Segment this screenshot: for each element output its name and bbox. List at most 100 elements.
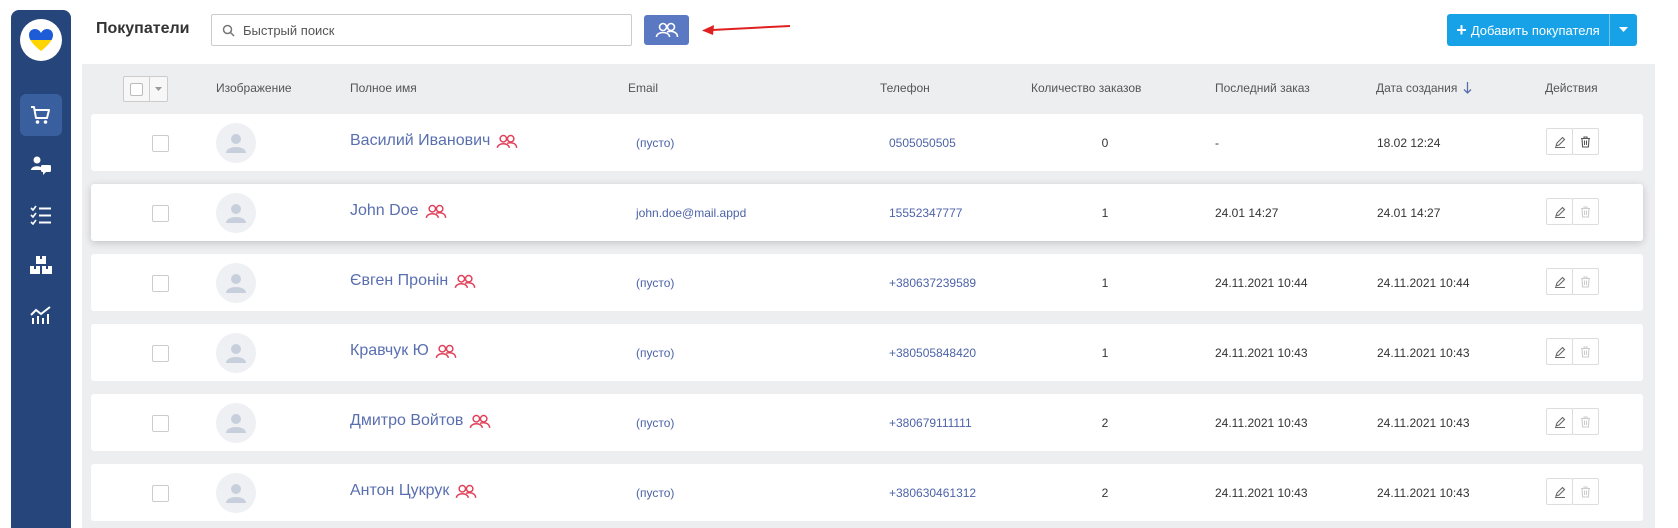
nav-products[interactable] — [20, 244, 62, 286]
row-checkbox[interactable] — [152, 205, 169, 222]
add-customer-button[interactable]: + Добавить покупателя — [1447, 14, 1637, 46]
select-all-box[interactable] — [130, 82, 143, 96]
table-row[interactable]: Антон Цукрук (пусто) +380630461312 2 24.11.2… — [91, 464, 1643, 521]
col-email[interactable]: Email — [628, 81, 658, 95]
heart-icon — [29, 29, 53, 51]
delete-button[interactable] — [1572, 198, 1599, 225]
email-cell[interactable]: (пусто) — [636, 276, 674, 290]
col-last-order[interactable]: Последний заказ — [1215, 81, 1310, 95]
phone-cell[interactable]: +380637239589 — [889, 276, 976, 290]
table-row[interactable]: Кравчук Ю (пусто) +380505848420 1 24.11.2021… — [91, 324, 1643, 381]
col-image: Изображение — [216, 81, 292, 95]
table-row[interactable]: Дмитро Войтов (пусто) +380679111111 2 24.11.… — [91, 394, 1643, 451]
row-checkbox[interactable] — [152, 485, 169, 502]
customers-chat-icon — [31, 156, 51, 175]
user-placeholder-icon — [226, 344, 246, 363]
phone-cell[interactable]: +380630461312 — [889, 486, 976, 500]
last-order-cell: 24.11.2021 10:43 — [1215, 416, 1308, 430]
customer-name-link[interactable]: Дмитро Войтов — [350, 412, 491, 430]
edit-pencil-icon — [1554, 486, 1565, 498]
orders-count-cell: 1 — [1101, 346, 1109, 360]
customer-name: Антон Цукрук — [350, 482, 450, 499]
edit-button[interactable] — [1546, 268, 1573, 295]
edit-pencil-icon — [1554, 136, 1565, 148]
select-all-checkbox[interactable] — [123, 76, 168, 102]
avatar — [216, 403, 256, 443]
last-order-cell: 24.11.2021 10:43 — [1215, 486, 1308, 500]
nav-analytics[interactable] — [20, 294, 62, 336]
nav-customers[interactable] — [20, 144, 62, 186]
email-cell[interactable]: (пусто) — [636, 136, 674, 150]
customer-name-link[interactable]: Євген Пронін — [350, 272, 476, 290]
ukraine-heart-logo[interactable] — [20, 19, 62, 61]
nav-tasks[interactable] — [20, 194, 62, 236]
orders-count-cell: 0 — [1101, 136, 1109, 150]
customer-name: Василий Иванович — [350, 132, 491, 149]
customer-group-icon — [456, 484, 477, 498]
created-date-cell: 24.11.2021 10:43 — [1377, 416, 1470, 430]
row-checkbox[interactable] — [152, 135, 169, 152]
trash-icon — [1581, 135, 1590, 148]
search-input[interactable] — [243, 22, 623, 38]
table-row[interactable]: John Doe john.doe@mail.appd 15552347777 1 24… — [91, 184, 1643, 241]
orders-count-cell: 1 — [1101, 206, 1109, 220]
customer-groups-button[interactable] — [644, 15, 689, 45]
table-row[interactable]: Євген Пронін (пусто) +380637239589 1 24.11.2… — [91, 254, 1643, 311]
customer-name-link[interactable]: Антон Цукрук — [350, 482, 477, 500]
phone-cell[interactable]: +380679111111 — [889, 416, 972, 430]
col-created[interactable]: Дата создания — [1376, 81, 1472, 95]
customer-name: Євген Пронін — [350, 272, 449, 289]
row-checkbox[interactable] — [152, 275, 169, 292]
phone-cell[interactable]: +380505848420 — [889, 346, 976, 360]
email-cell[interactable]: john.doe@mail.appd — [636, 206, 746, 220]
last-order-cell: - — [1215, 136, 1219, 150]
delete-button[interactable] — [1572, 268, 1599, 295]
row-checkbox[interactable] — [152, 345, 169, 362]
shopping-cart-icon — [31, 106, 50, 124]
quick-search[interactable] — [211, 14, 632, 46]
user-placeholder-icon — [226, 414, 246, 433]
nav-orders[interactable] — [20, 94, 62, 136]
email-cell[interactable]: (пусто) — [636, 486, 674, 500]
phone-cell[interactable]: 0505050505 — [889, 136, 956, 150]
col-full-name[interactable]: Полное имя — [350, 81, 417, 95]
select-dropdown[interactable] — [150, 77, 167, 101]
trash-icon — [1581, 415, 1590, 428]
row-checkbox[interactable] — [152, 415, 169, 432]
delete-button[interactable] — [1572, 478, 1599, 505]
caret-down-icon — [1619, 27, 1628, 32]
col-phone[interactable]: Телефон — [880, 81, 930, 95]
customer-group-icon — [425, 204, 446, 218]
last-order-cell: 24.11.2021 10:43 — [1215, 346, 1308, 360]
edit-pencil-icon — [1554, 416, 1565, 428]
customer-name: Дмитро Войтов — [350, 412, 464, 429]
email-cell[interactable]: (пусто) — [636, 416, 674, 430]
orders-count-cell: 2 — [1101, 486, 1109, 500]
email-cell[interactable]: (пусто) — [636, 346, 674, 360]
edit-button[interactable] — [1546, 338, 1573, 365]
delete-button[interactable] — [1572, 408, 1599, 435]
edit-button[interactable] — [1546, 128, 1573, 155]
customer-name-link[interactable]: Василий Иванович — [350, 132, 518, 150]
avatar — [216, 193, 256, 233]
customer-name-link[interactable]: Кравчук Ю — [350, 342, 457, 360]
edit-button[interactable] — [1546, 408, 1573, 435]
table-row[interactable]: Василий Иванович (пусто) 0505050505 0 - 18.02… — [91, 114, 1643, 171]
customer-name: John Doe — [350, 202, 419, 219]
add-customer-main[interactable]: + Добавить покупателя — [1447, 14, 1609, 46]
page-title: Покупатели — [96, 20, 190, 37]
user-placeholder-icon — [226, 204, 246, 223]
delete-button[interactable] — [1572, 128, 1599, 155]
phone-cell[interactable]: 15552347777 — [889, 206, 962, 220]
col-orders-count[interactable]: Количество заказов — [1031, 81, 1141, 95]
add-customer-dropdown[interactable] — [1609, 14, 1637, 46]
created-date-cell: 24.11.2021 10:43 — [1377, 486, 1470, 500]
edit-pencil-icon — [1554, 206, 1565, 218]
avatar — [216, 263, 256, 303]
edit-button[interactable] — [1546, 198, 1573, 225]
edit-button[interactable] — [1546, 478, 1573, 505]
delete-button[interactable] — [1572, 338, 1599, 365]
analytics-chart-icon — [30, 306, 51, 324]
created-date-cell: 18.02 12:24 — [1377, 136, 1441, 150]
customer-name-link[interactable]: John Doe — [350, 202, 447, 220]
